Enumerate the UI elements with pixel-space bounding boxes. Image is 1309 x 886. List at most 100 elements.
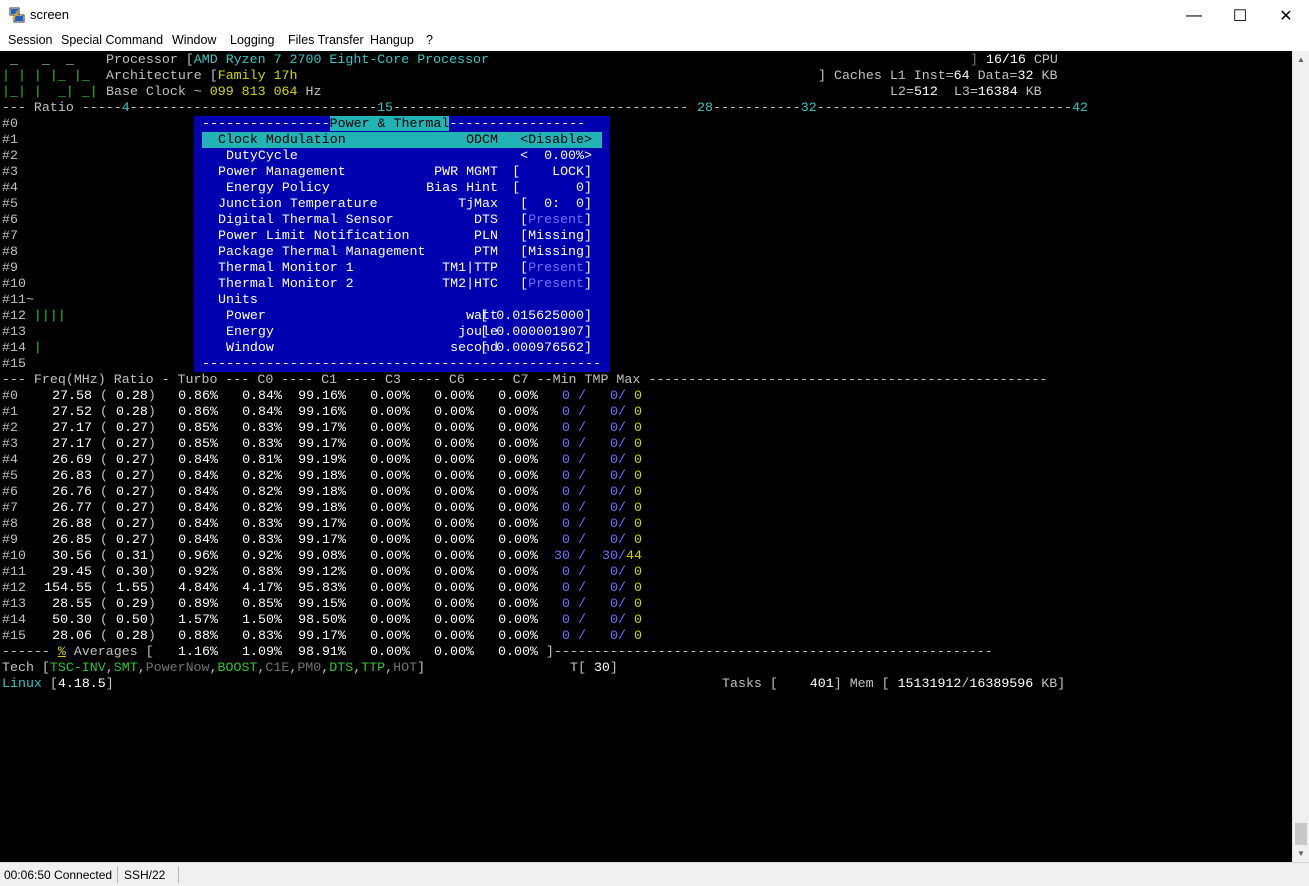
ratio-mark-32: 32 <box>800 100 817 115</box>
vertical-scrollbar[interactable]: ▲ ▼ <box>1292 51 1309 862</box>
menu-hangup[interactable]: Hangup <box>370 33 414 47</box>
popup-row-value: [Present] <box>520 212 592 227</box>
core-c0-cell: 1.50% <box>242 612 282 627</box>
core-max-cell: 0 <box>634 564 642 579</box>
popup-row-value: [ LOCK] <box>512 164 592 179</box>
core-id-cell: #13 <box>2 596 26 611</box>
popup-row-key: Bias Hint <box>426 180 498 195</box>
menu-window[interactable]: Window <box>172 33 216 47</box>
maximize-button[interactable]: ☐ <box>1217 0 1263 31</box>
tmp-separator: / <box>578 612 586 627</box>
tmp-separator: / <box>618 500 626 515</box>
popup-row-label: Digital Thermal Sensor <box>218 212 394 227</box>
processor-name: AMD Ryzen 7 2700 Eight-Core Processor <box>193 52 490 67</box>
core-c7-cell: 0.00% <box>498 596 538 611</box>
core-c6-cell: 0.00% <box>434 564 474 579</box>
core-c1-cell: 99.12% <box>298 564 346 579</box>
core-turbo-cell: 0.96% <box>178 548 218 563</box>
tmp-separator: / <box>618 532 626 547</box>
core-c1-cell: 99.17% <box>298 436 346 451</box>
core-tmp-cell: 0 <box>610 468 618 483</box>
popup-row[interactable]: Power Management PWR MGMT [ LOCK] <box>202 164 602 180</box>
percent-toggle[interactable]: % <box>58 644 66 659</box>
core-id-cell: #10 <box>2 548 26 563</box>
core-tmp-cell: 0 <box>610 420 618 435</box>
core-c3-cell: 0.00% <box>370 500 410 515</box>
popup-row[interactable]: Clock Modulation ODCM <Disable> <box>202 132 602 148</box>
core-c1-cell: 95.83% <box>298 580 346 595</box>
popup-row[interactable]: Digital Thermal Sensor DTS [Present] <box>202 212 602 228</box>
popup-row[interactable]: Energy joule[ 0.000001907] <box>202 324 602 340</box>
architecture-value: Family 17h <box>217 68 298 83</box>
tech-feature: , <box>105 660 114 675</box>
core-ratio-cell: ( 0.28) <box>100 404 156 419</box>
popup-row-value: [ 0.015625000] <box>480 308 592 323</box>
core-max-cell: 0 <box>634 532 642 547</box>
popup-row[interactable]: Package Thermal Management PTM [Missing] <box>202 244 602 260</box>
core-c1-cell: 99.15% <box>298 596 346 611</box>
tmp-separator: / <box>618 420 626 435</box>
core-c7-cell: 0.00% <box>498 452 538 467</box>
core-tmp-cell: 0 <box>610 596 618 611</box>
core-c3-cell: 0.00% <box>370 404 410 419</box>
ratio-mark-4: 4 <box>121 100 130 115</box>
popup-row-value: [ 0.000001907] <box>480 324 592 339</box>
popup-row[interactable]: Power Limit Notification PLN [Missing] <box>202 228 602 244</box>
minimize-button[interactable]: — <box>1171 0 1217 31</box>
l1-inst: 64 <box>953 68 970 83</box>
tech-feature: TTP <box>361 660 386 675</box>
core-max-cell: 0 <box>634 404 642 419</box>
core-c7-cell: 0.00% <box>498 548 538 563</box>
popup-row[interactable]: Thermal Monitor 2 TM2|HTC [Present] <box>202 276 602 292</box>
popup-row[interactable]: Thermal Monitor 1 TM1|TTP [Present] <box>202 260 602 276</box>
core-c6-cell: 0.00% <box>434 404 474 419</box>
scrollbar-thumb[interactable] <box>1295 823 1307 845</box>
connection-status: 00:06:50 Connected <box>4 868 113 882</box>
core-max-cell: 0 <box>634 628 642 643</box>
core-label: #11~ <box>2 292 34 307</box>
scroll-down-icon[interactable]: ▼ <box>1293 845 1309 862</box>
processor-line: Processor [AMD Ryzen 7 2700 Eight-Core P… <box>106 52 490 67</box>
popup-row[interactable]: Energy Policy Bias Hint [ 0] <box>202 180 602 196</box>
l2-value: 512 <box>913 84 938 99</box>
status-bar: 00:06:50 Connected SSH/22 <box>0 862 1309 886</box>
core-turbo-cell: 0.86% <box>178 404 218 419</box>
core-freq-cell: 27.17 <box>52 420 92 435</box>
popup-row[interactable]: Window second[ 0.000976562] <box>202 340 602 356</box>
core-tmp-cell: 0 <box>610 404 618 419</box>
tmp-separator: / <box>578 564 586 579</box>
core-c6-cell: 0.00% <box>434 580 474 595</box>
core-c0-cell: 0.83% <box>242 436 282 451</box>
popup-row-key: DTS <box>474 212 498 227</box>
core-c0-cell: 0.84% <box>242 388 282 403</box>
tasks-count: 401 <box>809 676 834 691</box>
core-label: #0 <box>2 116 18 131</box>
core-min-cell: 0 <box>562 628 570 643</box>
core-tmp-cell: 0 <box>610 388 618 403</box>
menu-files-transfer[interactable]: Files Transfer <box>288 33 364 47</box>
popup-row-key: ODCM <box>466 132 498 147</box>
core-tmp-cell: 0 <box>610 484 618 499</box>
popup-row[interactable]: Units <box>202 292 602 308</box>
menu-logging[interactable]: Logging <box>230 33 275 47</box>
core-c1-cell: 99.18% <box>298 468 346 483</box>
core-turbo-cell: 0.89% <box>178 596 218 611</box>
popup-row[interactable]: Power watt[ 0.015625000] <box>202 308 602 324</box>
core-tmp-cell: 0 <box>610 500 618 515</box>
core-c3-cell: 0.00% <box>370 548 410 563</box>
core-max-cell: 0 <box>634 436 642 451</box>
terminal-screen[interactable]: _ _ _ Processor [AMD Ryzen 7 2700 Eight-… <box>0 51 1292 862</box>
popup-row[interactable]: DutyCycle < 0.00%> <box>202 148 602 164</box>
popup-row[interactable]: Junction Temperature TjMax [ 0: 0] <box>202 196 602 212</box>
menu-special-command[interactable]: Special Command <box>61 33 163 47</box>
l3-value: 16384 <box>977 84 1018 99</box>
menu-session[interactable]: Session <box>8 33 52 47</box>
close-button[interactable]: ✕ <box>1263 0 1309 31</box>
core-max-cell: 0 <box>634 468 642 483</box>
scroll-up-icon[interactable]: ▲ <box>1293 51 1309 68</box>
tech-feature: PM0 <box>297 660 322 675</box>
core-c0-cell: 0.83% <box>242 628 282 643</box>
core-ratio-cell: ( 0.30) <box>100 564 156 579</box>
core-turbo-cell: 0.84% <box>178 484 218 499</box>
menu-help[interactable]: ? <box>426 33 433 47</box>
